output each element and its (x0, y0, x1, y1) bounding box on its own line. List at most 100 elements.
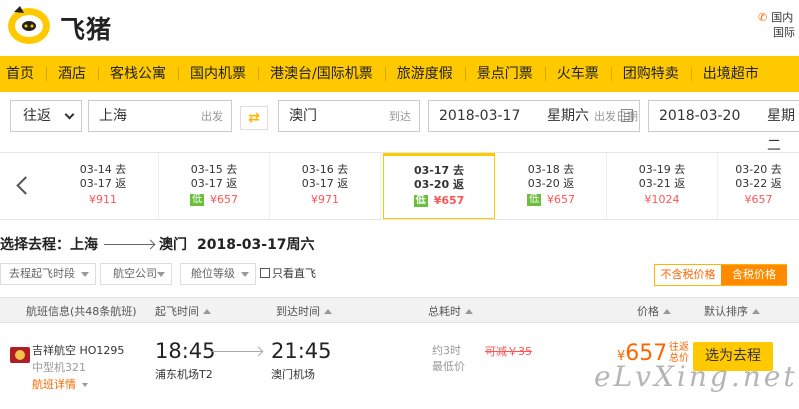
caret-down-icon (82, 383, 88, 387)
date-tab-back: 03-17 返 (79, 177, 127, 190)
contact-info: ✆ 国内 国际 (758, 10, 795, 40)
date-tab[interactable]: 03-19 去 03-21 返 ¥1024 (607, 153, 718, 219)
cabin-filter[interactable]: 舱位等级 (180, 263, 256, 285)
nav-item-inn[interactable]: 客栈公寓 (98, 56, 178, 92)
date-tab-go: 03-14 去 (79, 163, 127, 176)
calendar-icon (621, 109, 633, 122)
flight-duration: 约3时 最低价 (432, 343, 465, 375)
date-tab-go: 03-17 去 (413, 164, 464, 177)
col-default-sort[interactable]: 默认排序 (704, 303, 760, 319)
to-city-input[interactable]: 澳门 到达 (278, 100, 420, 132)
flight-detail-label: 航班详情 (32, 378, 76, 391)
direct-only-checkbox[interactable]: 只看直飞 (260, 265, 316, 281)
date-tab-price: ¥657 (744, 193, 773, 206)
nav-item-vacation[interactable]: 旅游度假 (384, 56, 465, 92)
time-slot-filter[interactable]: 去程起飞时段 (0, 263, 96, 285)
airline-flight-number: 吉祥航空 HO1295 (32, 344, 125, 357)
depart-date-value: 2018-03-17 (439, 108, 521, 124)
depart-airport: 浦东机场T2 (155, 368, 213, 381)
date-tab-price: ¥1024 (644, 193, 680, 206)
airline-filter[interactable]: 航空公司 (100, 263, 172, 285)
date-tab-selected[interactable]: 03-17 去 03-20 返 低 ¥657 (383, 153, 495, 219)
route-date: 2018-03-17周六 (197, 237, 315, 253)
plane-type: 中型机321 (32, 361, 86, 374)
date-tab-price: ¥911 (89, 193, 117, 206)
chevron-left-icon[interactable] (14, 175, 30, 197)
cabin-filter-label: 舱位等级 (191, 267, 235, 280)
date-tab[interactable]: 03-15 去 03-17 返 低 ¥657 (159, 153, 270, 219)
swap-icon: ⇄ (248, 110, 260, 126)
return-date-value: 2018-03-20 (659, 108, 741, 124)
date-tab[interactable]: 03-20 去 03-22 返 ¥657 (718, 153, 799, 219)
nav-item-outbound-market[interactable]: 出境超市 (690, 56, 771, 92)
date-tab[interactable]: 03-18 去 03-20 返 低 ¥657 (496, 153, 607, 219)
col-arrive-time[interactable]: 到达时间 (276, 303, 332, 319)
col-price[interactable]: 价格 (637, 303, 671, 319)
low-price-badge: 低 (190, 194, 204, 206)
swap-cities-button[interactable]: ⇄ (240, 106, 268, 130)
flight-detail-link[interactable]: 航班详情 (32, 376, 88, 392)
from-city-input[interactable]: 上海 出发 (88, 100, 232, 132)
date-tab-go: 03-18 去 (527, 163, 575, 176)
return-date-input[interactable]: 2018-03-20 星期二 (648, 100, 799, 154)
date-tab-back: 03-20 返 (413, 178, 464, 191)
nav-item-train[interactable]: 火车票 (544, 56, 611, 92)
depart-time: 18:45 (155, 339, 216, 363)
date-tab-back: 03-17 返 (301, 177, 349, 190)
tax-included-option[interactable]: 含税价格 (721, 265, 787, 285)
tax-toggle: 不含税价格 含税价格 (654, 264, 787, 286)
depart-date-input[interactable]: 2018-03-17 星期六 出发日期 (428, 100, 640, 132)
col-flight-info: 航班信息(共48条航班) (26, 305, 137, 318)
duration-value: 约3时 (432, 344, 461, 357)
phone-icon: ✆ (758, 11, 768, 24)
date-tab-back: 03-17 返 (190, 177, 238, 190)
from-city-hint: 出发 (201, 110, 223, 123)
date-tab-price: ¥657 (433, 194, 465, 207)
sort-up-icon (324, 309, 332, 314)
to-city-hint: 到达 (389, 110, 411, 123)
date-tab-go: 03-15 去 (190, 163, 238, 176)
route-prefix: 选择去程：上海 (0, 237, 98, 253)
nav-item-domestic-flights[interactable]: 国内机票 (178, 56, 258, 92)
col-arrive-time-label: 到达时间 (276, 305, 320, 318)
nav-item-intl-flights[interactable]: 港澳台/国际机票 (258, 56, 385, 92)
nav-item-tickets[interactable]: 景点门票 (464, 56, 545, 92)
date-tab-back: 03-20 返 (527, 177, 575, 190)
fliggy-logo-icon[interactable] (6, 4, 52, 46)
juneyao-airline-logo-icon (10, 347, 30, 363)
date-price-strip: 03-14 去 03-17 返 ¥911 03-15 去 03-17 返 低 ¥6… (0, 152, 799, 220)
checkbox-icon (260, 268, 270, 278)
trip-type-value: 往返 (23, 108, 51, 124)
col-duration[interactable]: 总耗时 (428, 303, 473, 319)
nav-item-home[interactable]: 首页 (0, 56, 46, 92)
depart-weekday: 星期六 (547, 108, 589, 124)
contact-intl: 国际 (773, 26, 795, 39)
low-price-badge: 低 (413, 195, 428, 207)
col-depart-time[interactable]: 起飞时间 (155, 303, 211, 319)
to-city-value: 澳门 (289, 108, 317, 124)
price-tag-roundtrip: 往返 (669, 342, 689, 353)
sort-up-icon (465, 309, 473, 314)
date-tab-price: ¥657 (547, 193, 575, 206)
date-tab[interactable]: 03-14 去 03-17 返 ¥911 (48, 153, 159, 219)
caret-down-icon (81, 272, 89, 277)
low-price-badge: 低 (527, 194, 541, 206)
caret-down-icon (241, 272, 249, 277)
date-tab-go: 03-20 去 (735, 163, 782, 176)
nav-item-hotel[interactable]: 酒店 (46, 56, 98, 92)
time-slot-filter-label: 去程起飞时段 (9, 267, 75, 280)
logo-text[interactable]: 飞猪 (60, 10, 112, 46)
tax-excluded-option[interactable]: 不含税价格 (655, 265, 721, 285)
airline-filter-label: 航空公司 (113, 267, 157, 280)
sort-up-icon (752, 309, 760, 314)
trip-type-select[interactable]: 往返 (10, 100, 82, 132)
col-depart-time-label: 起飞时间 (155, 305, 199, 318)
results-table-header: 航班信息(共48条航班) 起飞时间 到达时间 总耗时 价格 默认排序 (0, 297, 799, 323)
route-dest: 澳门 (159, 237, 187, 253)
discount-label: 可减￥35 (485, 345, 532, 358)
search-bar: 往返 上海 出发 澳门 到达 2018-03-17 星期六 出发日期 2018-… (0, 92, 799, 154)
nav-item-group-deals[interactable]: 团购特卖 (610, 56, 691, 92)
direct-only-label: 只看直飞 (272, 267, 316, 280)
date-tab[interactable]: 03-16 去 03-17 返 ¥971 (270, 153, 381, 219)
contact-domestic: 国内 (771, 11, 794, 24)
